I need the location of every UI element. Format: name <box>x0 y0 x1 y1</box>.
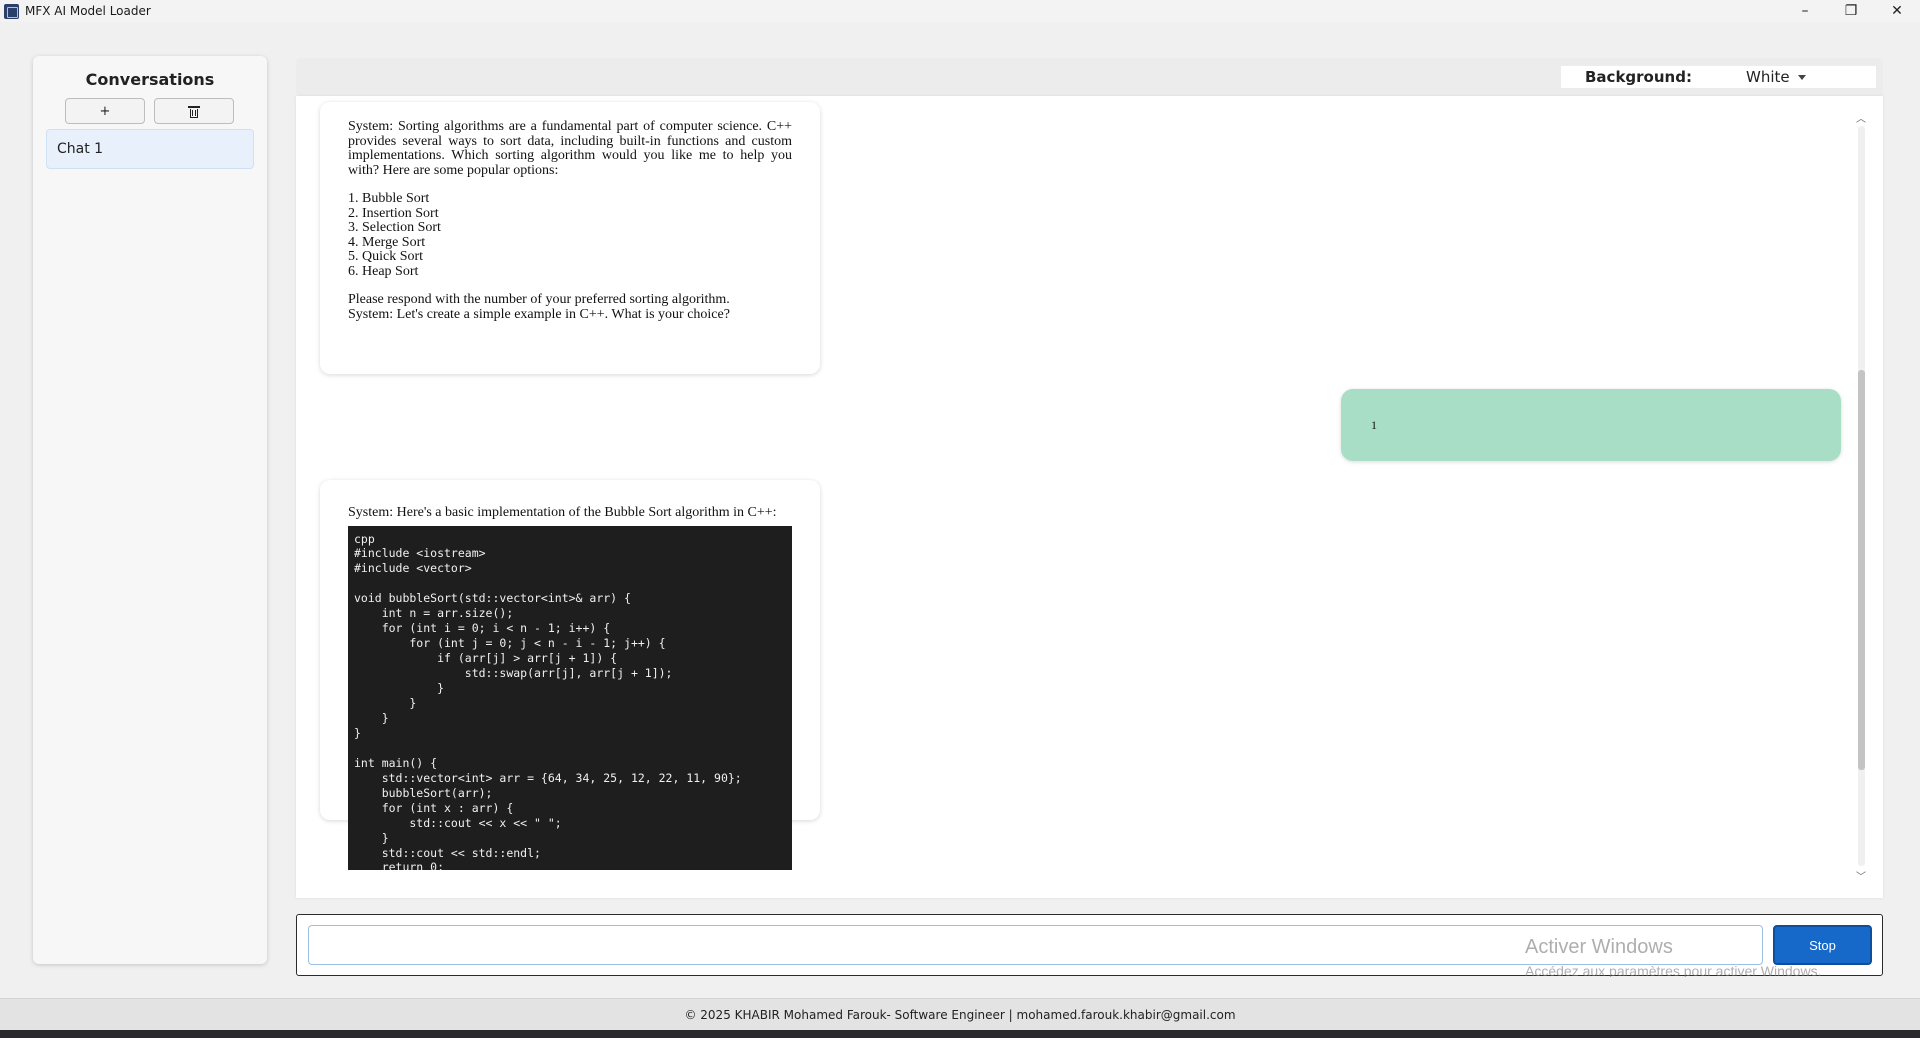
background-dropdown[interactable]: White <box>1746 68 1806 86</box>
system-message: System: Here's a basic implementation of… <box>320 480 820 870</box>
background-selector: Background: White <box>1561 66 1876 88</box>
window-title: MFX AI Model Loader <box>25 4 151 18</box>
window-controls: – ❐ ✕ <box>1782 0 1920 22</box>
message-input-row: Stop <box>296 914 1883 976</box>
close-button[interactable]: ✕ <box>1874 0 1920 22</box>
conversations-sidebar: Conversations + Chat 1 <box>33 56 267 964</box>
chat-scrollbar[interactable]: ︿ ﹀ <box>1854 112 1868 883</box>
scroll-thumb[interactable] <box>1858 370 1865 770</box>
app-logo-icon <box>4 3 19 19</box>
caret-down-icon <box>1797 74 1806 80</box>
scroll-up-icon[interactable]: ︿ <box>1855 112 1867 125</box>
user-message-text: 1 <box>1371 417 1377 432</box>
taskbar-edge <box>0 1030 1920 1038</box>
list-item: 4. Merge Sort <box>348 234 426 250</box>
new-conversation-button[interactable]: + <box>65 98 145 124</box>
scroll-down-icon[interactable]: ﹀ <box>1855 870 1867 883</box>
system-message: System: Sorting algorithms are a fundame… <box>320 102 820 374</box>
message-paragraph: System: Sorting algorithms are a fundame… <box>348 119 792 178</box>
footer: © 2025 KHABIR Mohamed Farouk- Software E… <box>0 998 1920 1030</box>
trash-icon <box>188 105 200 118</box>
list-item: 2. Insertion Sort <box>348 205 439 221</box>
chat-area: System: Sorting algorithms are a fundame… <box>296 96 1883 898</box>
list-item: 3. Selection Sort <box>348 220 441 235</box>
list-item: 5. Quick Sort <box>348 249 424 264</box>
code-block: cpp #include <iostream> #include <vector… <box>348 525 792 870</box>
list-item: 1. Bubble Sort <box>348 191 430 206</box>
plus-icon: + <box>99 103 111 119</box>
conversation-item-chat-1[interactable]: Chat 1 <box>46 129 254 169</box>
restore-button[interactable]: ❐ <box>1828 0 1874 22</box>
list-item: 6. Heap Sort <box>348 263 419 279</box>
background-value: White <box>1746 68 1790 86</box>
stop-button[interactable]: Stop <box>1773 925 1872 965</box>
conversation-label: Chat 1 <box>57 141 104 157</box>
message-line: System: Let's create a simple example in… <box>348 306 730 322</box>
message-intro: System: Here's a basic implementation of… <box>348 505 777 520</box>
delete-conversation-button[interactable] <box>154 98 234 124</box>
background-label: Background: <box>1585 68 1692 86</box>
user-message: 1 <box>1341 389 1841 461</box>
footer-text: © 2025 KHABIR Mohamed Farouk- Software E… <box>684 1007 1236 1022</box>
sidebar-title: Conversations <box>85 70 215 89</box>
message-input[interactable] <box>308 925 1763 965</box>
message-line: Please respond with the number of your p… <box>348 292 730 307</box>
minimize-button[interactable]: – <box>1782 0 1828 22</box>
title-bar: MFX AI Model Loader – ❐ ✕ <box>0 0 1920 22</box>
